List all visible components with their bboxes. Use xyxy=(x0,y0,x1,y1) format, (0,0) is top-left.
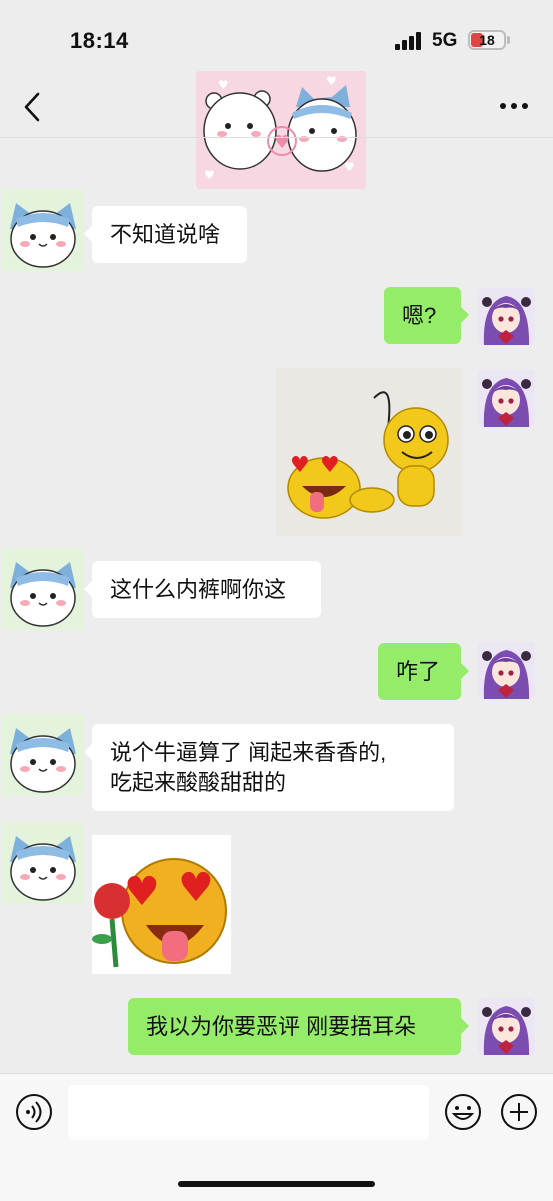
battery-cap xyxy=(507,36,510,44)
message-bubble[interactable]: 不知道说啥 xyxy=(84,206,247,263)
battery-level: 18 xyxy=(479,32,495,48)
chevron-left-icon[interactable] xyxy=(18,90,48,124)
message-bubble[interactable]: 我以为你要恶评 刚要捂耳朵 xyxy=(128,998,469,1055)
voice-icon[interactable] xyxy=(15,1093,53,1131)
svg-text:♥: ♥ xyxy=(290,453,310,478)
header-divider xyxy=(0,137,553,138)
message-bubble[interactable]: 嗯? xyxy=(384,287,469,344)
chat-title-image[interactable]: ♥ ♥ ♥ ♥ ♥ xyxy=(196,71,366,189)
signal-icon xyxy=(395,32,421,50)
svg-text:♥: ♥ xyxy=(178,865,214,911)
contact-avatar[interactable] xyxy=(2,714,84,796)
my-avatar[interactable] xyxy=(478,642,535,699)
smiley-whip-sticker[interactable]: ♥ ♥ xyxy=(276,368,462,536)
network-type: 5G xyxy=(432,30,458,51)
svg-text:♥: ♥ xyxy=(320,453,340,478)
message-line: 吃起来酸酸甜甜的 xyxy=(110,770,287,795)
svg-text:♥: ♥ xyxy=(124,869,160,915)
svg-text:♥: ♥ xyxy=(344,160,355,174)
my-avatar[interactable] xyxy=(478,998,535,1055)
message-bubble[interactable]: 这什么内裤啊你这 xyxy=(84,561,321,618)
status-time: 18:14 xyxy=(70,28,129,53)
message-bubble[interactable]: 说个牛逼算了 闻起来香香的, 吃起来酸酸甜甜的 xyxy=(84,724,454,811)
emoji-icon[interactable] xyxy=(444,1093,482,1131)
contact-avatar[interactable] xyxy=(2,822,84,904)
svg-text:♥: ♥ xyxy=(204,168,215,182)
battery-icon: 18 xyxy=(468,30,506,50)
message-line: 说个牛逼算了 闻起来香香的, xyxy=(110,740,387,765)
more-dots-icon[interactable] xyxy=(495,94,535,118)
my-avatar[interactable] xyxy=(478,370,535,427)
contact-avatar[interactable] xyxy=(2,189,84,271)
svg-text:♥: ♥ xyxy=(274,132,290,153)
svg-text:♥: ♥ xyxy=(326,74,337,88)
message-input[interactable] xyxy=(68,1085,429,1140)
plus-icon[interactable] xyxy=(500,1093,538,1131)
home-indicator xyxy=(178,1181,375,1187)
heart-eyes-rose-sticker[interactable]: ♥ ♥ xyxy=(92,835,231,974)
my-avatar[interactable] xyxy=(478,288,535,345)
contact-avatar[interactable] xyxy=(2,548,84,630)
svg-text:♥: ♥ xyxy=(218,78,229,92)
message-bubble[interactable]: 咋了 xyxy=(378,643,469,700)
